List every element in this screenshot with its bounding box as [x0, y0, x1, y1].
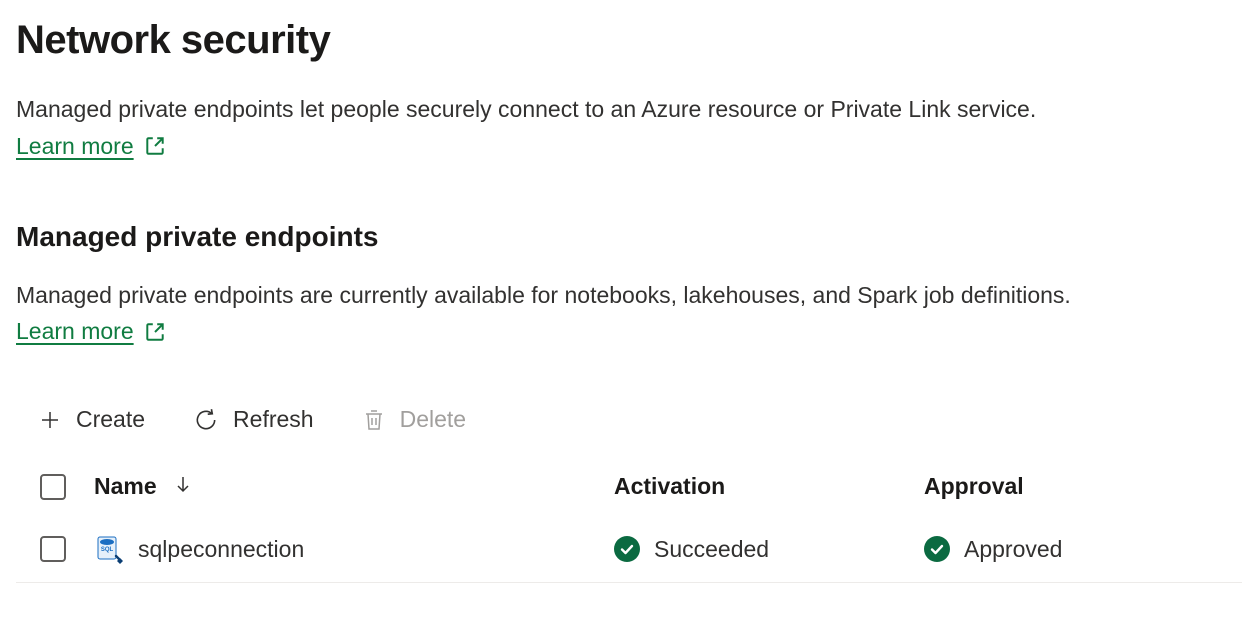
row-name-cell: SQL sqlpeconnection: [94, 534, 614, 564]
name-header-label: Name: [94, 473, 157, 500]
row-checkbox-cell: [16, 536, 94, 562]
learn-more-link[interactable]: Learn more: [16, 128, 166, 165]
page-description-text: Managed private endpoints let people sec…: [16, 96, 1036, 122]
endpoints-table: Name Activation Approval S: [16, 473, 1242, 583]
table-header: Name Activation Approval: [16, 473, 1242, 520]
sql-database-icon: SQL: [94, 534, 124, 564]
row-activation-text: Succeeded: [654, 536, 769, 563]
name-column-header[interactable]: Name: [94, 473, 193, 500]
row-activation-cell: Succeeded: [614, 536, 924, 563]
section-description: Managed private endpoints are currently …: [16, 277, 1176, 351]
header-activation-cell: Activation: [614, 473, 924, 500]
plus-icon: [38, 408, 62, 432]
trash-icon: [362, 408, 386, 432]
toolbar: Create Refresh Delete: [16, 406, 1242, 433]
section-learn-more-label: Learn more: [16, 313, 134, 350]
svg-text:SQL: SQL: [101, 547, 114, 553]
activation-header-label: Activation: [614, 473, 725, 500]
page-title: Network security: [16, 18, 1242, 63]
row-checkbox[interactable]: [40, 536, 66, 562]
header-approval-cell: Approval: [924, 473, 1242, 500]
refresh-icon: [193, 407, 219, 433]
section-description-text: Managed private endpoints are currently …: [16, 282, 1071, 308]
external-link-icon: [144, 135, 166, 157]
refresh-button[interactable]: Refresh: [193, 406, 314, 433]
learn-more-label: Learn more: [16, 128, 134, 165]
select-all-checkbox[interactable]: [40, 474, 66, 500]
page-description: Managed private endpoints let people sec…: [16, 91, 1176, 165]
external-link-icon: [144, 321, 166, 343]
arrow-down-icon: [173, 474, 193, 499]
success-icon: [614, 536, 640, 562]
success-icon: [924, 536, 950, 562]
row-approval-text: Approved: [964, 536, 1062, 563]
refresh-label: Refresh: [233, 406, 314, 433]
row-name-text: sqlpeconnection: [138, 536, 304, 563]
section-learn-more-link[interactable]: Learn more: [16, 313, 166, 350]
delete-label: Delete: [400, 406, 466, 433]
header-name-cell: Name: [94, 473, 614, 500]
table-row[interactable]: SQL sqlpeconnection Succeeded: [16, 520, 1242, 583]
approval-header-label: Approval: [924, 473, 1024, 500]
row-approval-cell: Approved: [924, 536, 1242, 563]
section-title: Managed private endpoints: [16, 221, 1242, 253]
delete-button: Delete: [362, 406, 466, 433]
header-checkbox-cell: [16, 474, 94, 500]
create-label: Create: [76, 406, 145, 433]
create-button[interactable]: Create: [38, 406, 145, 433]
